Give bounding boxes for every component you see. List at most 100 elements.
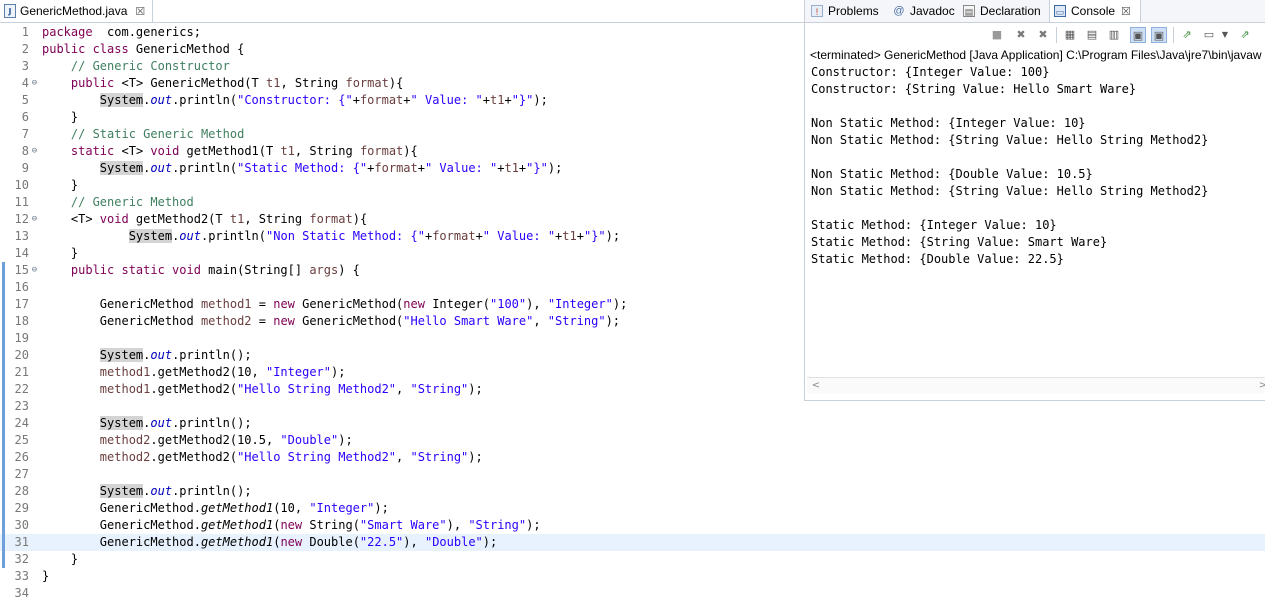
code-token: out — [150, 484, 173, 498]
line-number: 10 — [14, 178, 29, 192]
word-wrap-icon[interactable]: ▥ — [1106, 27, 1122, 43]
line-number: 9 — [21, 161, 29, 175]
open-console-icon[interactable]: ⇗ — [1237, 27, 1253, 43]
code-token: .getMethod2( — [150, 450, 238, 464]
code-line[interactable]: 30 GenericMethod.getMethod1(new String("… — [0, 517, 1265, 534]
scroll-lock-icon[interactable]: ▤ — [1084, 27, 1100, 43]
code-token: public class — [42, 42, 129, 56]
remove-all-terminated-icon[interactable]: ✖ — [1035, 27, 1051, 43]
code-token: method2 — [99, 433, 151, 447]
scroll-left-arrow-icon[interactable]: < — [809, 378, 823, 394]
code-token: .getMethod2( — [150, 382, 238, 396]
code-token: main(String[] — [200, 263, 310, 277]
code-token: getMethod1(T — [179, 144, 281, 158]
tab-javadoc-label: Javadoc — [910, 4, 955, 18]
code-line[interactable]: 34 — [0, 585, 1265, 602]
code-token: getMethod2(T — [128, 212, 230, 226]
code-token: "Integer" — [547, 297, 613, 311]
code-token: , — [396, 450, 411, 464]
code-token: "}" — [526, 161, 548, 175]
code-text: method2.getMethod2(10.5, "Double"); — [42, 432, 353, 449]
code-token: } — [42, 246, 79, 260]
code-token: "Hello Smart Ware" — [403, 314, 534, 328]
code-token: new — [403, 297, 425, 311]
tab-problems[interactable]: ! Problems — [807, 0, 879, 22]
code-line[interactable]: 33} — [0, 568, 1265, 585]
code-token: .println(); — [172, 416, 252, 430]
code-line[interactable]: 26 method2.getMethod2("Hello String Meth… — [0, 449, 1265, 466]
line-number: 26 — [14, 450, 29, 464]
code-text: GenericMethod method2 = new GenericMetho… — [42, 313, 620, 330]
code-token: Double( — [302, 535, 360, 549]
code-token: ) — [403, 144, 411, 158]
code-token: getMethod1 — [200, 501, 274, 515]
code-token: out — [150, 348, 173, 362]
editor-tab-genericmethod[interactable]: J GenericMethod.java ☒ — [0, 0, 153, 22]
code-token: "Constructor: {" — [237, 93, 353, 107]
code-token: " Value: " — [424, 161, 498, 175]
show-on-stdout-icon[interactable]: ▣ — [1130, 27, 1146, 43]
console-output-line: Static Method: {Integer Value: 10} — [811, 218, 1057, 232]
close-console-tab-icon[interactable]: ☒ — [1121, 5, 1131, 18]
fold-collapse-icon[interactable]: ⊖ — [30, 262, 39, 279]
terminate-icon[interactable]: ■ — [989, 27, 1005, 43]
code-token: , — [396, 382, 411, 396]
console-output[interactable]: Constructor: {Integer Value: 100} Constru… — [811, 64, 1263, 374]
close-tab-icon[interactable]: ☒ — [135, 5, 145, 18]
code-line[interactable]: 29 GenericMethod.getMethod1(10, "Integer… — [0, 500, 1265, 517]
code-token: void — [99, 212, 129, 226]
code-token: "Integer" — [309, 501, 375, 515]
line-number: 27 — [14, 467, 29, 481]
line-number: 25 — [14, 433, 29, 447]
code-token: ) — [388, 76, 397, 90]
code-token: + — [352, 93, 360, 107]
code-token: System — [99, 484, 144, 498]
code-token: , — [533, 314, 548, 328]
line-number: 32 — [14, 552, 29, 566]
clear-console-icon[interactable]: ▦ — [1062, 27, 1078, 43]
pin-console-icon[interactable]: ⇗ — [1179, 27, 1195, 43]
code-token: } — [42, 569, 50, 583]
fold-collapse-icon[interactable]: ⊖ — [30, 143, 39, 160]
console-horizontal-scrollbar[interactable]: < > — [807, 377, 1265, 394]
console-output-line: Constructor: {String Value: Hello Smart … — [811, 82, 1137, 96]
code-token: out — [150, 416, 173, 430]
code-token: { — [396, 76, 404, 90]
code-token: System — [99, 348, 144, 362]
fold-collapse-icon[interactable]: ⊖ — [30, 211, 39, 228]
code-line[interactable]: 28 System.out.println(); — [0, 483, 1265, 500]
code-text: // Generic Method — [42, 194, 194, 211]
code-token: format — [359, 144, 404, 158]
line-number: 34 — [14, 586, 29, 600]
remove-launch-icon[interactable]: ✖ — [1013, 27, 1029, 43]
code-token: ); — [468, 382, 483, 396]
code-text: GenericMethod.getMethod1(10, "Integer"); — [42, 500, 389, 517]
line-number: 21 — [14, 365, 29, 379]
code-line[interactable]: 27 — [0, 466, 1265, 483]
code-token: System — [99, 161, 144, 175]
code-text: } — [42, 109, 78, 126]
fold-collapse-icon[interactable]: ⊖ — [30, 75, 39, 92]
tab-declaration[interactable]: ▤ Declaration — [959, 0, 1041, 22]
line-number: 29 — [14, 501, 29, 515]
code-line[interactable]: 31 GenericMethod.getMethod1(new Double("… — [0, 534, 1265, 551]
display-console-icon[interactable]: ▭ — [1201, 27, 1217, 43]
code-token: getMethod1 — [200, 518, 274, 532]
code-token: "String" — [468, 518, 527, 532]
code-line[interactable]: 24 System.out.println(); — [0, 415, 1265, 432]
code-token: + — [482, 93, 491, 107]
line-number: 24 — [14, 416, 29, 430]
show-on-stderr-icon[interactable]: ▣ — [1151, 27, 1167, 43]
code-token: + — [475, 229, 483, 243]
code-line[interactable]: 32 } — [0, 551, 1265, 568]
tab-javadoc[interactable]: @ Javadoc — [889, 0, 955, 22]
tab-console[interactable]: ▭ Console ☒ — [1049, 0, 1141, 22]
code-token: = — [251, 314, 274, 328]
code-line[interactable]: 25 method2.getMethod2(10.5, "Double"); — [0, 432, 1265, 449]
chevron-down-icon[interactable]: ▼ — [1217, 27, 1233, 43]
scroll-right-arrow-icon[interactable]: > — [1256, 378, 1265, 394]
